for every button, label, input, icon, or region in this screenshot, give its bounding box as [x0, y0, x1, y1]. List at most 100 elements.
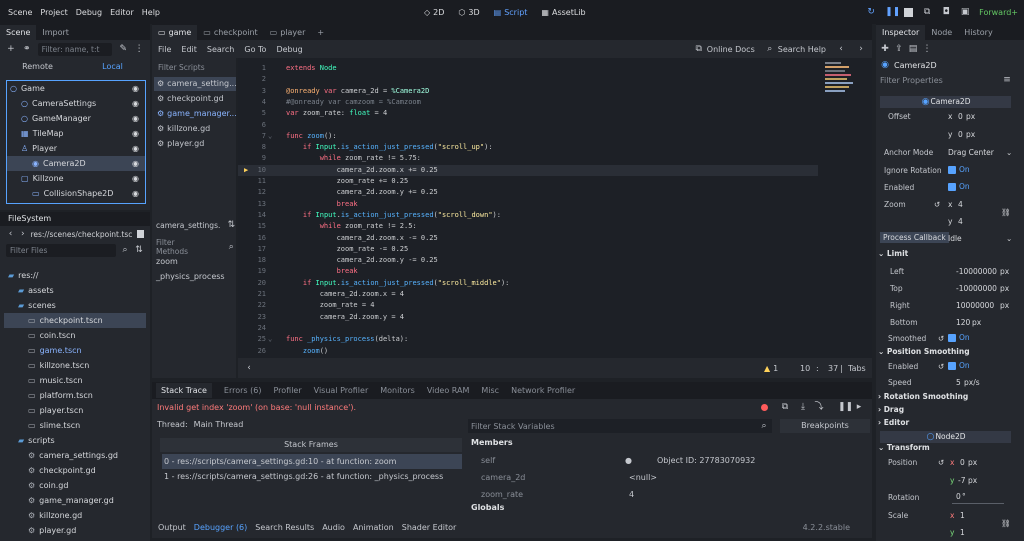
thread-select[interactable]: Main Thread [194, 420, 244, 429]
ignore-rotation-checkbox[interactable]: On [948, 165, 970, 174]
code-line[interactable]: 10 ▶ camera_2d.zoom.x += 0.25 [238, 164, 818, 176]
code-line[interactable]: 19 break [238, 266, 818, 277]
scene-node-camera2d[interactable]: ◉ Camera2D ◉ [7, 156, 145, 171]
scene-tab-player[interactable]: ▭ player [264, 25, 312, 40]
code-line[interactable]: 20 if Input.is_action_just_pressed("scro… [238, 278, 818, 289]
limit-header[interactable]: ⌄ Limit [878, 249, 908, 258]
process-callback-select[interactable]: Idle [948, 234, 962, 243]
scale-y-field[interactable]: 1 [960, 528, 965, 537]
menu-scene[interactable]: Scene [8, 8, 32, 17]
scale-x-field[interactable]: 1 [960, 511, 965, 520]
tab-node[interactable]: Node [925, 25, 958, 40]
code-line[interactable]: 17 zoom_rate -= 0.25 [238, 244, 818, 255]
file-item[interactable]: ▰ scripts [4, 433, 146, 448]
visibility-icon[interactable]: ◉ [132, 186, 139, 201]
forward-icon[interactable]: › [18, 229, 27, 239]
code-line[interactable]: 15 while zoom_rate != 2.5: [238, 221, 818, 232]
code-line[interactable]: 13 break [238, 199, 818, 210]
position-y-field[interactable]: -7 [958, 476, 965, 485]
warnings-indicator[interactable]: ▲ 1 [764, 364, 778, 373]
continue-icon[interactable]: ▸ [854, 402, 864, 412]
new-resource-icon[interactable]: ✚ [880, 44, 890, 54]
chevron-left-icon[interactable]: ‹ [836, 44, 846, 54]
workspace-3d[interactable]: ⬡ 3D [458, 8, 479, 17]
rotation-slider[interactable] [952, 503, 1004, 504]
minimap[interactable] [825, 60, 857, 100]
sort-icon[interactable]: ⇅ [134, 245, 144, 255]
file-item[interactable]: ▭ slime.tscn [4, 418, 146, 433]
scene-node-collisionshape2d[interactable]: ▭ CollisionShape2D ◉ [7, 186, 145, 201]
indent-mode[interactable]: Tabs [848, 364, 866, 373]
revert-icon[interactable]: ↺ [938, 362, 944, 371]
anchor-mode-select[interactable]: Drag Center [948, 148, 994, 157]
scene-node-tilemap[interactable]: ▦ TileMap ◉ [7, 126, 145, 141]
method-item[interactable]: _physics_process [152, 269, 236, 284]
script-attach-icon[interactable]: ✎ [118, 44, 128, 54]
tab-inspector[interactable]: Inspector [876, 25, 926, 40]
breakpoint-icon[interactable] [761, 403, 768, 411]
code-line[interactable]: 7 ⌄ func zoom(): [238, 131, 818, 142]
menu-icon[interactable]: ⋮ [922, 44, 932, 54]
limit-field[interactable]: 10000000 [956, 301, 994, 310]
tab-history[interactable]: History [958, 25, 998, 40]
code-line[interactable]: 18 camera_2d.zoom.y -= 0.25 [238, 255, 818, 266]
menu-help[interactable]: Help [142, 8, 160, 17]
renderer-select[interactable]: Forward+ [979, 8, 1018, 17]
code-line[interactable]: 21 camera_2d.zoom.x = 4 [238, 289, 818, 300]
visibility-icon[interactable]: ◉ [132, 141, 139, 156]
save-icon[interactable]: ▤ [908, 44, 918, 54]
workspace-script[interactable]: ▤ Script [494, 8, 528, 17]
speed-field[interactable]: 5 [956, 378, 961, 387]
bottom-tab-3[interactable]: Audio [322, 523, 345, 532]
fold-icon[interactable]: ⌄ [268, 131, 272, 142]
file-item[interactable]: ▭ coin.tscn [4, 328, 146, 343]
script-item[interactable]: ⚙ game_manager... [154, 107, 237, 121]
code-line[interactable]: 8 if Input.is_action_just_pressed("scrol… [238, 142, 818, 153]
script-menu-debug[interactable]: Debug [276, 45, 302, 54]
script-menu-file[interactable]: File [158, 45, 171, 54]
code-line[interactable]: 2 [238, 74, 818, 85]
online-docs-link[interactable]: ⧉ Online Docs [694, 44, 755, 54]
file-item[interactable]: ▰ assets [4, 283, 146, 298]
chevron-down-icon[interactable]: ⌄ [1006, 234, 1012, 243]
stack-frame[interactable]: 1 - res://scripts/camera_settings.gd:26 … [162, 469, 462, 484]
limit-field[interactable]: 120 [956, 318, 970, 327]
search-help-button[interactable]: ⌕ Search Help [765, 44, 826, 54]
debug-tab-4[interactable]: Monitors [380, 386, 415, 395]
visibility-icon[interactable]: ◉ [132, 81, 139, 96]
fold-icon[interactable]: ⌄ [268, 334, 272, 345]
visibility-icon[interactable]: ◉ [132, 171, 139, 186]
code-line[interactable]: 11 zoom_rate += 0.25 [238, 176, 818, 187]
scene-node-game[interactable]: ○ Game ◉ [7, 81, 145, 96]
debug-tab-2[interactable]: Profiler [273, 386, 301, 395]
debug-tab-3[interactable]: Visual Profiler [314, 386, 369, 395]
position-smoothing-header[interactable]: ⌄ Position Smoothing [878, 347, 970, 356]
code-line[interactable]: 6 [238, 120, 818, 131]
smoothed-checkbox[interactable]: On [948, 333, 970, 342]
movie-icon[interactable]: ◘ [941, 7, 951, 17]
scene-node-player[interactable]: ♙ Player ◉ [7, 141, 145, 156]
code-line[interactable]: 9 while zoom_rate != 5.75: [238, 153, 818, 164]
file-item[interactable]: ⚙ camera_settings.gd [4, 448, 146, 463]
file-item[interactable]: ▭ player.tscn [4, 403, 146, 418]
file-item[interactable]: ⚙ game_manager.gd [4, 493, 146, 508]
chevron-right-icon[interactable]: › [856, 44, 866, 54]
visibility-icon[interactable]: ◉ [132, 111, 139, 126]
file-item[interactable]: ⚙ checkpoint.gd [4, 463, 146, 478]
back-icon[interactable]: ‹ [6, 229, 15, 239]
rotation-field[interactable]: 0 [956, 492, 961, 501]
load-icon[interactable]: ⇪ [894, 44, 904, 54]
file-item[interactable]: ▰ res:// [4, 268, 146, 283]
script-menu-go-to[interactable]: Go To [244, 45, 266, 54]
filter-scripts-input[interactable]: Filter Scripts [154, 61, 234, 74]
limit-field[interactable]: -10000000 [956, 267, 997, 276]
visibility-icon[interactable]: ◉ [132, 126, 139, 141]
file-item[interactable]: ▰ scenes [4, 298, 146, 313]
stop-icon[interactable] [904, 7, 914, 17]
code-line[interactable]: 3 @onready var camera_2d = %Camera2D [238, 86, 818, 97]
revert-icon[interactable]: ↺ [938, 334, 944, 343]
enabled-checkbox[interactable]: On [948, 182, 970, 191]
revert-icon[interactable]: ↺ [934, 200, 940, 209]
code-line[interactable]: 14 if Input.is_action_just_pressed("scro… [238, 210, 818, 221]
script-item[interactable]: ⚙ player.gd [154, 137, 236, 151]
